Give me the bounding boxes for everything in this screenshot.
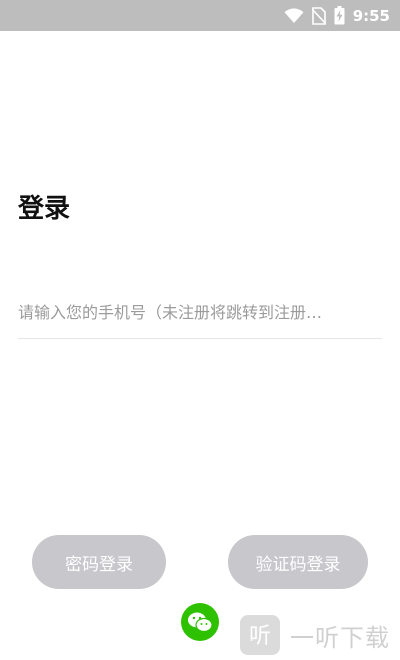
- status-bar: 9:55: [0, 0, 400, 31]
- page-title: 登录: [18, 194, 71, 224]
- password-login-button[interactable]: 密码登录: [32, 535, 166, 589]
- status-icons: 9:55: [284, 0, 390, 31]
- wechat-icon: [187, 611, 213, 633]
- no-sim-icon: [311, 6, 326, 25]
- status-time: 9:55: [352, 6, 390, 25]
- wechat-login-button[interactable]: [181, 603, 219, 641]
- watermark-logo: 听: [240, 615, 280, 655]
- battery-charging-icon: [334, 6, 345, 25]
- wifi-icon: [284, 7, 304, 24]
- phone-number-input[interactable]: [18, 296, 382, 328]
- watermark: 听 一听下载: [240, 610, 400, 660]
- watermark-text: 一听下载: [290, 623, 390, 652]
- code-login-button[interactable]: 验证码登录: [228, 535, 368, 589]
- input-underline: [18, 338, 382, 339]
- svg-text:听: 听: [249, 624, 271, 649]
